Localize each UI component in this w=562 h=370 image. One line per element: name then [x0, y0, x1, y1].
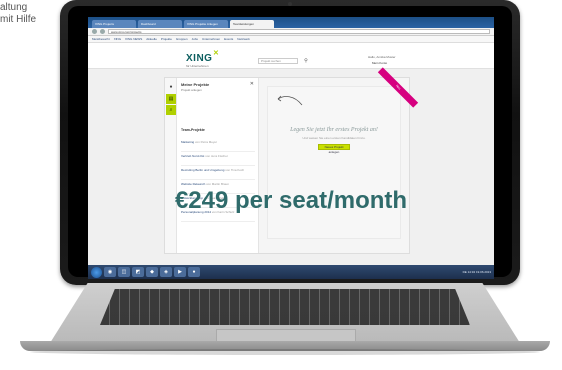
bookmark-item[interactable]: XING [114, 37, 121, 41]
screen: XING Projects Dashboard XING Projekte An… [88, 17, 494, 279]
create-project-button[interactable]: Neues Projekt anlegen [318, 144, 350, 154]
panel-title: Meine Projekte [181, 82, 210, 87]
taskbar-item[interactable]: ◫ [118, 267, 130, 277]
team-projects-heading: Team-Projekte [181, 128, 205, 132]
item-meta: von Jens Fischer [205, 154, 228, 158]
taskbar-item[interactable]: ● [188, 267, 200, 277]
xing-page: XING ✕ für Unternehmen Projekt suchen ⚲ … [88, 43, 494, 266]
taskbar: ◉ ◫ ◩ ◆ ◈ ▶ ● DE 14:32 19.06.2013 [88, 265, 494, 279]
browser-tab[interactable]: Dashboard [138, 20, 182, 28]
bookmark-item[interactable]: Gruppen [176, 37, 188, 41]
item-name: Vertrieb Nord-Ost [181, 154, 205, 158]
taskbar-item[interactable]: ◆ [146, 267, 158, 277]
user-greeting: Hallo, Annika Muster [368, 55, 396, 59]
logo-subtitle: für Unternehmen [186, 64, 209, 68]
bookmark-item[interactable]: Meistbesucht [92, 37, 110, 41]
side-strip: ● ▤ ⌕ [165, 78, 177, 253]
site-header: XING ✕ für Unternehmen Projekt suchen ⚲ … [88, 43, 494, 69]
list-item[interactable]: Recruiting Berlin und Umgebung von Tina … [181, 166, 255, 180]
search-icon[interactable]: ⌕ [166, 105, 176, 115]
trackpad [216, 329, 356, 341]
projects-card: ● ▤ ⌕ Meine Projekte Projekt anlegen ✕ T… [164, 67, 419, 254]
close-icon[interactable]: ✕ [250, 81, 254, 87]
item-name: Marketing [181, 140, 195, 144]
system-tray[interactable]: DE 14:32 19.06.2013 [463, 270, 491, 274]
laptop-shadow [30, 349, 540, 355]
item-meta: von Martin Braun [206, 182, 229, 186]
price-overlay: €249 per seat/month [174, 187, 408, 214]
bookmark-item[interactable]: Events [224, 37, 233, 41]
circle-icon[interactable]: ● [166, 82, 176, 92]
forward-button[interactable] [100, 29, 105, 34]
empty-heading: Legen Sie jetzt Ihr erstes Projekt an! [290, 127, 378, 133]
curved-arrow-icon [277, 95, 303, 106]
account-link[interactable]: Mein Konto [372, 61, 387, 65]
bookmark-item[interactable]: Netzwerk [237, 37, 250, 41]
create-project-link[interactable]: Projekt anlegen [181, 88, 202, 92]
keyboard [100, 289, 470, 325]
camera-dot [288, 2, 292, 6]
item-meta: von Petra Meyer [195, 140, 218, 144]
bookmark-item[interactable]: XING NEWS [125, 37, 142, 41]
laptop-mockup: altung mit Hilfe XING Projects Dashboard… [0, 0, 562, 370]
xing-logo-mark: ✕ [213, 50, 219, 57]
bookmark-item[interactable]: Projekte [161, 37, 172, 41]
taskbar-item[interactable]: ◩ [132, 267, 144, 277]
corner-caption-line: mit Hilfe [0, 14, 37, 25]
bookmark-item[interactable]: Jobs [192, 37, 198, 41]
bookmark-item[interactable]: Aktuelle [146, 37, 157, 41]
corner-caption: altung mit Hilfe [0, 2, 36, 26]
corner-caption-line: altung [0, 2, 28, 13]
browser-tabs: XING Projects Dashboard XING Projekte An… [88, 17, 494, 28]
address-row: www.xing.com/projects [88, 28, 494, 36]
start-button[interactable] [91, 266, 102, 278]
folder-icon[interactable]: ▤ [166, 94, 176, 104]
address-bar[interactable]: www.xing.com/projects [108, 29, 490, 34]
browser-tab[interactable]: XING Projekte Anlegen [184, 20, 228, 28]
empty-state-box: Legen Sie jetzt Ihr erstes Projekt an! U… [267, 86, 401, 239]
projects-panel: Meine Projekte Projekt anlegen ✕ Team-Pr… [177, 78, 259, 253]
item-name: Website Relaunch [181, 182, 206, 186]
browser-tab-active[interactable]: Teamleistungen [230, 20, 274, 28]
browser-tab[interactable]: XING Projects [92, 20, 136, 28]
bookmarks-bar: Meistbesucht XING XING NEWS Aktuelle Pro… [88, 36, 494, 43]
bookmark-item[interactable]: Unternehmen [202, 37, 220, 41]
xing-logo[interactable]: XING [186, 53, 212, 64]
laptop-base [20, 283, 550, 355]
list-item[interactable]: Marketing von Petra Meyer [181, 138, 255, 152]
back-button[interactable] [92, 29, 97, 34]
empty-text: Und weisen Sie einen ersten Kandidaten h… [302, 136, 366, 140]
taskbar-item[interactable]: ◉ [104, 267, 116, 277]
taskbar-item[interactable]: ◈ [160, 267, 172, 277]
item-name: Recruiting Berlin und Umgebung [181, 168, 225, 172]
empty-state: Legen Sie jetzt Ihr erstes Projekt an! U… [259, 67, 419, 253]
magnifier-icon[interactable]: ⚲ [302, 58, 310, 64]
search-input[interactable]: Projekt suchen [258, 58, 298, 64]
item-meta: von Tina Koch [225, 168, 245, 172]
list-item[interactable]: Vertrieb Nord-Ost von Jens Fischer [181, 152, 255, 166]
taskbar-item[interactable]: ▶ [174, 267, 186, 277]
